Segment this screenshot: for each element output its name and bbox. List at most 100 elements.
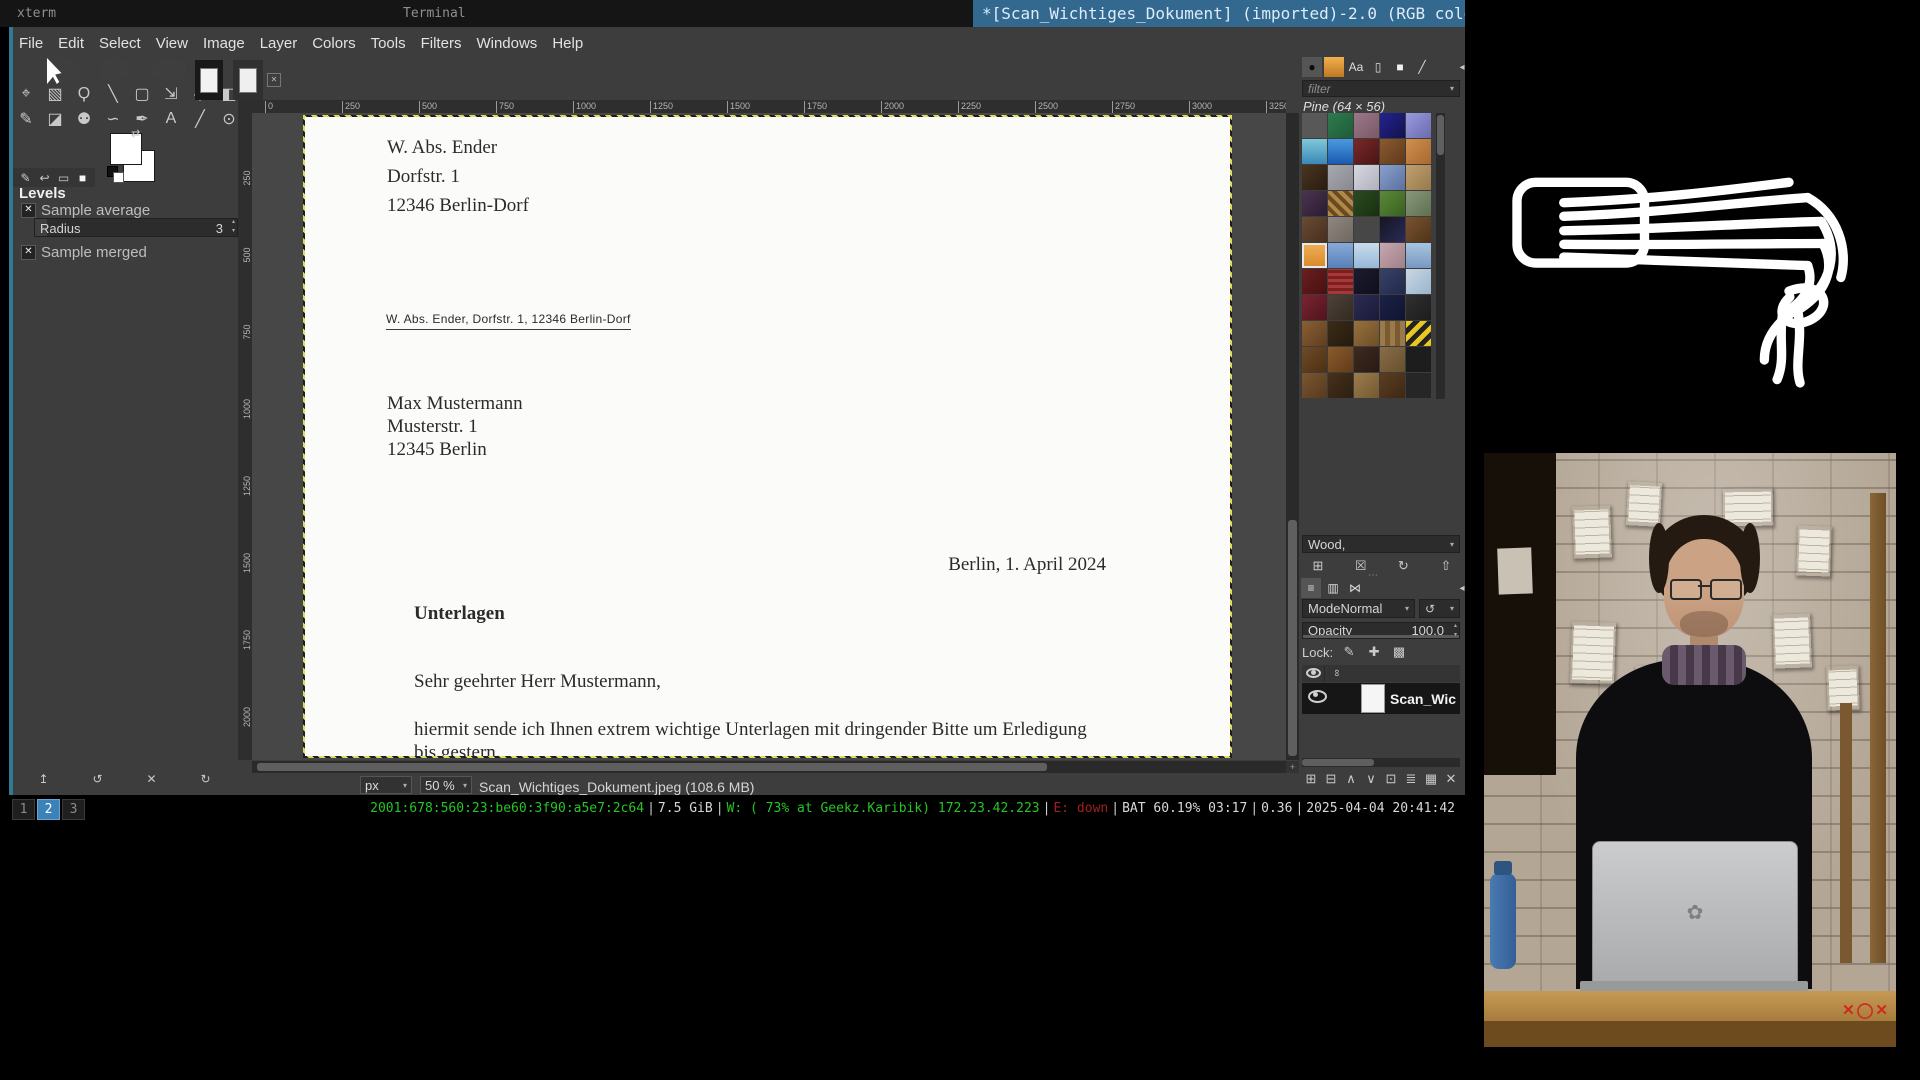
menu-view[interactable]: View [154, 34, 190, 53]
close-tab-button[interactable]: ✕ [267, 73, 281, 87]
link-chain-column-icon[interactable]: ∞ [1331, 662, 1342, 685]
merge-down-button[interactable]: ≣ [1402, 770, 1420, 788]
radius-spinner[interactable]: ▴▾ [232, 218, 235, 236]
pattern-swatch[interactable] [1328, 295, 1353, 320]
pattern-swatch[interactable] [1354, 347, 1379, 372]
pattern-swatch[interactable] [1406, 191, 1431, 216]
pattern-scrollbar[interactable] [1436, 113, 1445, 399]
pattern-swatch[interactable] [1406, 321, 1431, 346]
fuzzy-select-tool-icon[interactable]: ╲ [101, 83, 125, 105]
import-settings-icon[interactable]: ↥ [35, 771, 52, 786]
new-layer-button[interactable]: ⊞ [1302, 770, 1320, 788]
menu-file[interactable]: File [17, 34, 45, 53]
ruler-origin-box[interactable] [238, 100, 253, 113]
raise-layer-button[interactable]: ∧ [1342, 770, 1360, 788]
layer-thumbnail[interactable] [1361, 684, 1385, 713]
pattern-swatch[interactable] [1328, 113, 1353, 138]
rect-select-tool-icon[interactable]: ▧ [43, 83, 67, 105]
palettes-tab-icon[interactable]: ■ [1390, 57, 1410, 77]
opacity-spinner[interactable]: ▴▾ [1454, 622, 1457, 640]
pattern-swatch[interactable] [1302, 373, 1327, 398]
menu-windows[interactable]: Windows [474, 34, 539, 53]
radius-slider[interactable]: Radius 3 ▴▾ [34, 218, 238, 237]
collapse-dock-icon[interactable]: ◂ [1453, 58, 1471, 76]
pattern-swatch[interactable] [1380, 373, 1405, 398]
wm-tab-xterm[interactable]: xterm [17, 6, 56, 21]
refresh-brushes-icon[interactable]: ↻ [1394, 557, 1412, 575]
workspace-button-2[interactable]: 2 [37, 799, 60, 820]
horizontal-ruler[interactable]: 0250500750100012501500175020002250250027… [252, 100, 1286, 113]
delete-layer-button[interactable]: ✕ [1442, 770, 1460, 788]
pattern-swatch[interactable] [1380, 295, 1405, 320]
restore-settings-icon[interactable]: ↺ [89, 771, 106, 786]
pattern-swatch[interactable] [1302, 217, 1327, 242]
duplicate-layer-button[interactable]: ⊡ [1382, 770, 1400, 788]
wm-tab-terminal[interactable]: Terminal [403, 6, 466, 21]
pattern-swatch[interactable] [1328, 243, 1353, 268]
wm-tab-gimp-active[interactable]: *[Scan_Wichtiges_Dokument] (imported)-2.… [973, 0, 1465, 27]
menu-select[interactable]: Select [97, 34, 143, 53]
lower-layer-button[interactable]: ∨ [1362, 770, 1380, 788]
device-status-icon[interactable]: ▭ [55, 170, 72, 185]
channels-tab-icon[interactable]: ▥ [1323, 578, 1343, 598]
pattern-swatch[interactable] [1406, 373, 1431, 398]
vertical-ruler[interactable]: 25050075010001250150017502000 [238, 113, 252, 760]
pattern-swatch[interactable] [1406, 217, 1431, 242]
reset-settings-icon[interactable]: ↻ [197, 771, 214, 786]
pattern-swatch[interactable] [1406, 295, 1431, 320]
vertical-scrollbar-thumb[interactable] [1288, 520, 1297, 756]
document-history-tab-icon[interactable]: ▯ [1368, 57, 1388, 77]
menu-tools[interactable]: Tools [369, 34, 408, 53]
layers-tab-icon[interactable]: ≡ [1301, 578, 1321, 598]
layer-visibility-eye-icon[interactable] [1308, 690, 1327, 708]
image-thumbnail-icon[interactable]: ■ [74, 170, 91, 185]
lock-pixels-icon[interactable]: ✎ [1340, 643, 1358, 661]
pattern-swatch[interactable] [1380, 269, 1405, 294]
pattern-swatch[interactable] [1380, 321, 1405, 346]
pattern-swatch[interactable] [1406, 139, 1431, 164]
pattern-swatch[interactable] [1302, 347, 1327, 372]
zoom-select[interactable]: 50 % ▾ [420, 776, 472, 794]
brushes-tab-icon[interactable]: ● [1302, 57, 1322, 77]
canvas-viewport[interactable]: W. Abs. Ender Dorfstr. 1 12346 Berlin-Do… [252, 113, 1286, 760]
pattern-swatch[interactable] [1354, 243, 1379, 268]
pattern-scrollbar-thumb[interactable] [1437, 115, 1444, 155]
layer-mode-select[interactable]: ModeNormal ▾ [1302, 599, 1415, 618]
pattern-swatch[interactable] [1406, 269, 1431, 294]
pattern-swatch[interactable] [1406, 347, 1431, 372]
pattern-swatch[interactable] [1328, 269, 1353, 294]
pattern-swatch[interactable] [1354, 295, 1379, 320]
free-select-tool-icon[interactable]: Ϙ [72, 83, 96, 105]
layer-mode-switch[interactable]: ↺ ▾ [1419, 599, 1460, 618]
pattern-swatch[interactable] [1354, 269, 1379, 294]
visibility-column-icon[interactable] [1302, 665, 1325, 683]
pattern-swatch[interactable] [1302, 295, 1327, 320]
menu-filters[interactable]: Filters [419, 34, 464, 53]
text-tool-icon[interactable]: A [159, 108, 183, 130]
pattern-swatch[interactable] [1328, 139, 1353, 164]
delete-settings-icon[interactable]: ✕ [143, 771, 160, 786]
add-mask-button[interactable]: ▦ [1422, 770, 1440, 788]
smudge-tool-icon[interactable]: ∽ [101, 108, 125, 130]
horizontal-scrollbar[interactable] [252, 761, 1286, 773]
pattern-swatch[interactable] [1328, 373, 1353, 398]
pattern-swatch[interactable] [1328, 321, 1353, 346]
image-tab-active[interactable] [195, 60, 223, 100]
paths-tab-icon[interactable]: ⋈ [1345, 578, 1365, 598]
brush-select[interactable]: Wood, ▾ [1302, 535, 1460, 553]
layer-list-scrollbar-thumb[interactable] [1302, 759, 1374, 766]
delete-brush-icon[interactable]: ☒ [1352, 557, 1370, 575]
measure-tool-icon[interactable]: ╱ [188, 108, 212, 130]
lock-alpha-icon[interactable]: ▩ [1390, 643, 1408, 661]
eraser-tool-icon[interactable]: ◪ [43, 108, 67, 130]
swap-colors-icon[interactable]: ⇄ [131, 127, 140, 140]
pattern-swatch[interactable] [1302, 243, 1327, 268]
duplicate-brush-icon[interactable]: ⊞ [1309, 557, 1327, 575]
new-group-button[interactable]: ⊟ [1322, 770, 1340, 788]
menu-colors[interactable]: Colors [310, 34, 357, 53]
menu-image[interactable]: Image [201, 34, 247, 53]
pattern-swatch[interactable] [1354, 373, 1379, 398]
navigation-button[interactable]: + [1286, 761, 1299, 773]
layer-list-scrollbar[interactable] [1302, 758, 1460, 767]
pattern-swatch[interactable] [1354, 191, 1379, 216]
